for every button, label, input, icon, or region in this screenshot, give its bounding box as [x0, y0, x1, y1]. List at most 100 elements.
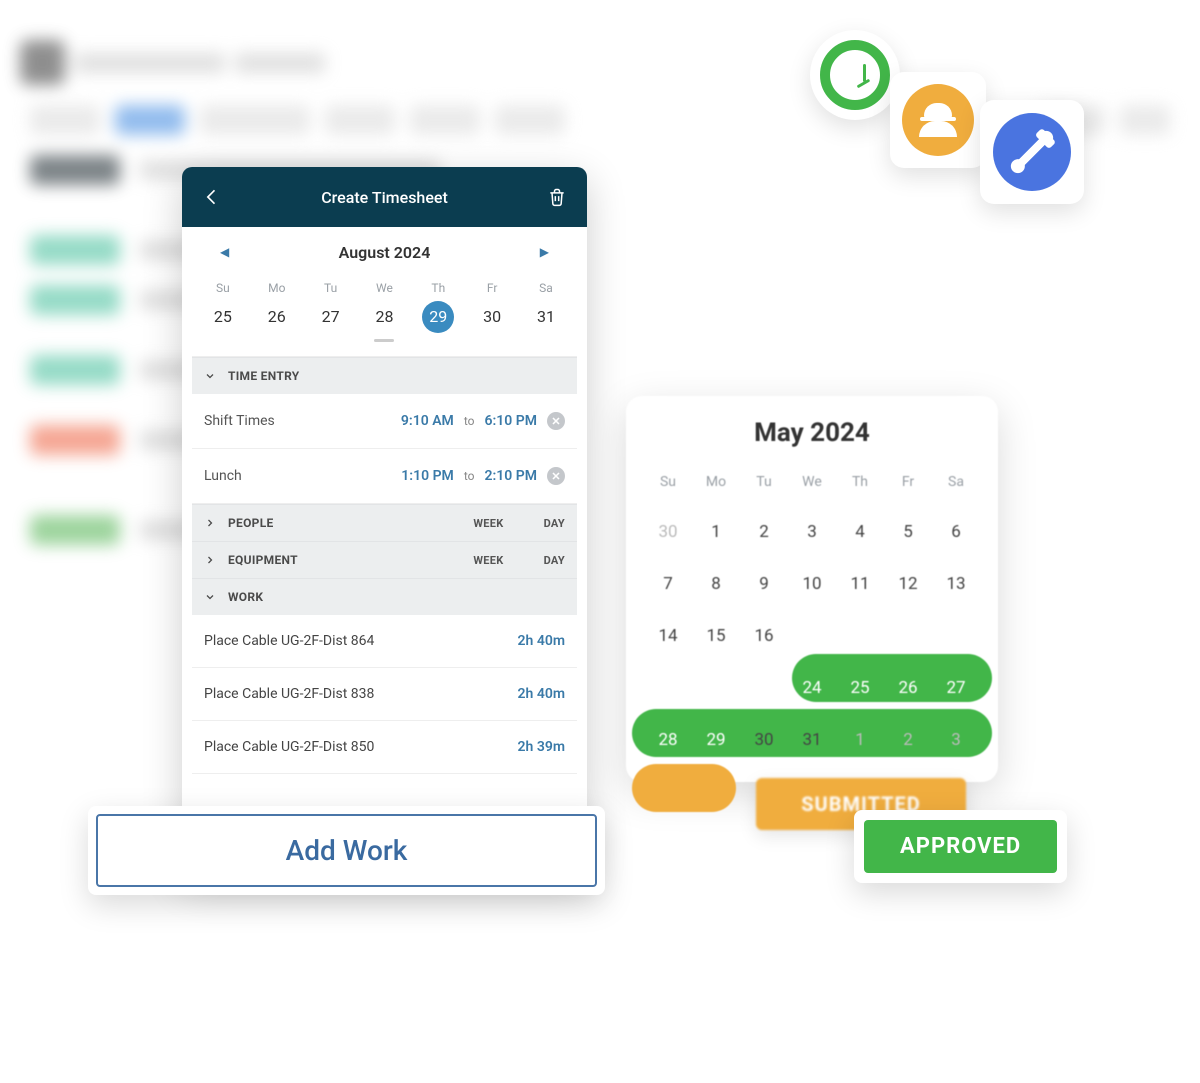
cal-day[interactable]: 30	[740, 716, 788, 764]
day-abbr: Sa	[524, 281, 568, 295]
cal-day[interactable]: 16	[740, 612, 788, 660]
work-item-name: Place Cable UG-2F-Dist 850	[204, 739, 374, 755]
section-label: EQUIPMENT	[228, 553, 298, 567]
day-cell[interactable]: Tu 27	[309, 281, 353, 342]
prev-month-button[interactable]: ◀	[212, 241, 237, 263]
cal-day[interactable]: 19	[884, 612, 932, 660]
section-label: TIME ENTRY	[228, 369, 300, 383]
cal-day[interactable]: 1	[692, 508, 740, 556]
day-col: DAY	[544, 517, 565, 530]
work-item-row[interactable]: Place Cable UG-2F-Dist 8382h 40m	[192, 668, 577, 721]
cal-day-header: Th	[836, 466, 884, 504]
tools-icon	[980, 100, 1084, 204]
cal-day[interactable]: 17	[788, 612, 836, 660]
add-work-card: Add Work	[88, 806, 605, 895]
cal-day[interactable]: 29	[692, 716, 740, 764]
day-abbr: Tu	[309, 281, 353, 295]
cal-day[interactable]: 25	[836, 664, 884, 712]
cal-day[interactable]: 8	[692, 560, 740, 608]
chevron-right-icon	[204, 554, 218, 566]
cal-day[interactable]: 9	[740, 560, 788, 608]
worker-icon	[890, 72, 986, 168]
cal-day[interactable]: 20	[932, 612, 980, 660]
day-col: DAY	[544, 554, 565, 567]
cal-day[interactable]: 3	[932, 716, 980, 764]
delete-button[interactable]	[545, 185, 569, 209]
cal-day[interactable]: 10	[788, 560, 836, 608]
cal-day-header: Tu	[740, 466, 788, 504]
section-people[interactable]: PEOPLE WEEK DAY	[192, 504, 577, 541]
shift-start[interactable]: 9:10 AM	[401, 413, 454, 429]
day-cell[interactable]: Fr30	[470, 281, 514, 342]
section-time-entry[interactable]: TIME ENTRY	[192, 357, 577, 394]
to-label: to	[464, 469, 475, 483]
day-abbr: Th	[416, 281, 460, 295]
cal-day[interactable]: 1	[836, 716, 884, 764]
day-cell[interactable]: Mo26	[255, 281, 299, 342]
cal-day[interactable]: 13	[932, 560, 980, 608]
chevron-down-icon	[204, 591, 218, 603]
cal-day[interactable]: 7	[644, 560, 692, 608]
cal-day-header: Su	[644, 466, 692, 504]
cal-day[interactable]: 14	[644, 612, 692, 660]
shift-times-row: Shift Times 9:10 AM to 6:10 PM ✕	[192, 394, 577, 449]
month-selector: ◀ August 2024 ▶	[192, 227, 577, 277]
cal-day[interactable]: 23	[740, 664, 788, 712]
cal-day[interactable]: 2	[884, 716, 932, 764]
day-number: 31	[530, 301, 562, 333]
cal-day[interactable]: 27	[932, 664, 980, 712]
cal-day-header: Mo	[692, 466, 740, 504]
section-work[interactable]: WORK	[192, 578, 577, 615]
day-cell[interactable]: Th 29	[416, 281, 460, 342]
next-month-button[interactable]: ▶	[532, 241, 557, 263]
day-abbr: Mo	[255, 281, 299, 295]
clear-shift-button[interactable]: ✕	[547, 412, 565, 430]
approved-badge: APPROVED	[864, 820, 1057, 873]
day-number: 28	[368, 301, 400, 333]
back-button[interactable]	[200, 185, 224, 209]
cal-day[interactable]: 2	[740, 508, 788, 556]
cal-day[interactable]: 21	[644, 664, 692, 712]
work-item-row[interactable]: Place Cable UG-2F-Dist 8502h 39m	[192, 721, 577, 774]
cal-day[interactable]: 24	[788, 664, 836, 712]
cal-day[interactable]: 12	[884, 560, 932, 608]
section-label: PEOPLE	[228, 516, 274, 530]
day-number: 27	[315, 301, 347, 333]
day-number: 30	[476, 301, 508, 333]
cal-day[interactable]: 3	[788, 508, 836, 556]
chevron-down-icon	[204, 370, 218, 382]
cal-day-header: Fr	[884, 466, 932, 504]
cal-day[interactable]: 18	[836, 612, 884, 660]
day-cell[interactable]: Sa 31	[524, 281, 568, 342]
cal-day[interactable]: 22	[692, 664, 740, 712]
clear-lunch-button[interactable]: ✕	[547, 467, 565, 485]
month-label: August 2024	[339, 243, 431, 262]
add-work-button[interactable]: Add Work	[96, 814, 597, 887]
cal-day[interactable]: 15	[692, 612, 740, 660]
day-number: 29	[422, 301, 454, 333]
cal-day[interactable]: 26	[884, 664, 932, 712]
lunch-end[interactable]: 2:10 PM	[484, 468, 537, 484]
section-label: WORK	[228, 590, 263, 604]
shift-end[interactable]: 6:10 PM	[484, 413, 537, 429]
cal-day[interactable]: 4	[836, 508, 884, 556]
to-label: to	[464, 414, 475, 428]
calendar-preview: May 2024 SuMoTuWeThFrSa30123456789101112…	[626, 396, 998, 782]
day-cell[interactable]: We28	[362, 281, 406, 342]
timesheet-header: Create Timesheet	[182, 167, 587, 227]
timesheet-title: Create Timesheet	[321, 188, 448, 207]
chevron-right-icon	[204, 517, 218, 529]
section-equipment[interactable]: EQUIPMENT WEEK DAY	[192, 541, 577, 578]
cal-day[interactable]: 11	[836, 560, 884, 608]
cal-day-header: Sa	[932, 466, 980, 504]
day-cell[interactable]: Su25	[201, 281, 245, 342]
cal-day[interactable]: 6	[932, 508, 980, 556]
calendar-title: May 2024	[644, 418, 980, 448]
work-item-row[interactable]: Place Cable UG-2F-Dist 8642h 40m	[192, 615, 577, 668]
cal-day[interactable]: 5	[884, 508, 932, 556]
cal-day[interactable]: 31	[788, 716, 836, 764]
lunch-label: Lunch	[204, 468, 242, 484]
cal-day[interactable]: 30	[644, 508, 692, 556]
lunch-start[interactable]: 1:10 PM	[401, 468, 454, 484]
cal-day[interactable]: 28	[644, 716, 692, 764]
